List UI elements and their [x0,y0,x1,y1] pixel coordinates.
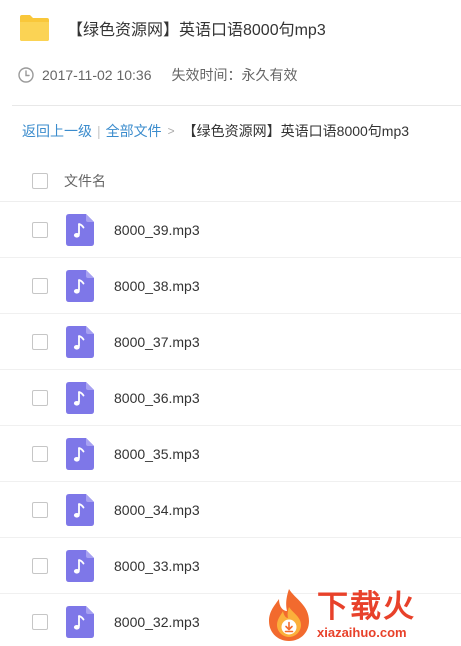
file-checkbox[interactable] [32,445,48,462]
all-files-link[interactable]: 全部文件 [106,121,162,141]
file-checkbox[interactable] [32,333,48,350]
file-row[interactable]: 8000_34.mp3 [0,482,461,538]
file-checkbox[interactable] [32,389,48,406]
file-name[interactable]: 8000_34.mp3 [114,502,200,518]
file-checkbox[interactable] [32,501,48,518]
music-file-icon [66,381,94,414]
file-checkbox[interactable] [32,221,48,238]
file-name[interactable]: 8000_39.mp3 [114,222,200,238]
file-checkbox[interactable] [32,613,48,630]
file-name[interactable]: 8000_35.mp3 [114,446,200,462]
file-list: 8000_39.mp3 8000_38.mp3 8000_37.mp3 8000… [0,202,461,646]
file-name[interactable]: 8000_36.mp3 [114,390,200,406]
share-meta: 2017-11-02 10:36 失效时间：永久有效 [18,64,298,86]
file-row[interactable]: 8000_38.mp3 [0,258,461,314]
file-row[interactable]: 8000_37.mp3 [0,314,461,370]
column-header-filename[interactable]: 文件名 [64,171,106,191]
clock-icon [18,67,34,83]
music-file-icon [66,269,94,302]
file-row[interactable]: 8000_36.mp3 [0,370,461,426]
header-divider [12,105,461,106]
watermark-text: 下载火 xiazaihuo.com [317,591,416,639]
file-checkbox[interactable] [32,277,48,294]
file-list-header: 文件名 [0,161,461,202]
back-link[interactable]: 返回上一级 [22,121,92,141]
flame-logo-icon [269,589,309,641]
watermark-domain: xiazaihuo.com [317,625,407,640]
share-page: 【绿色资源网】英语口语8000句mp3 2017-11-02 10:36 失效时… [0,0,461,646]
file-name[interactable]: 8000_38.mp3 [114,278,200,294]
share-date: 2017-11-02 10:36 [42,67,152,83]
breadcrumb-current: 【绿色资源网】英语口语8000句mp3 [182,123,410,139]
music-file-icon [66,213,94,246]
music-file-icon [66,493,94,526]
music-file-icon [66,549,94,582]
file-name[interactable]: 8000_33.mp3 [114,558,200,574]
music-file-icon [66,605,94,638]
music-file-icon [66,437,94,470]
file-row[interactable]: 8000_35.mp3 [0,426,461,482]
select-all-checkbox[interactable] [32,173,48,189]
watermark-brand: 下载火 [317,589,416,624]
share-header: 【绿色资源网】英语口语8000句mp3 [18,10,326,46]
breadcrumb: 返回上一级 | 全部文件 > 【绿色资源网】英语口语8000句mp3 [22,120,409,142]
share-title: 【绿色资源网】英语口语8000句mp3 [67,22,326,39]
file-checkbox[interactable] [32,557,48,574]
file-row[interactable]: 8000_39.mp3 [0,202,461,258]
file-name[interactable]: 8000_32.mp3 [114,614,200,630]
music-file-icon [66,325,94,358]
watermark-logo: 下载火 xiazaihuo.com [265,586,455,644]
expire-info: 失效时间：永久有效 [171,67,298,83]
file-name[interactable]: 8000_37.mp3 [114,334,200,350]
breadcrumb-separator: | [97,123,101,139]
folder-icon [20,15,49,41]
breadcrumb-arrow: > [167,124,175,138]
